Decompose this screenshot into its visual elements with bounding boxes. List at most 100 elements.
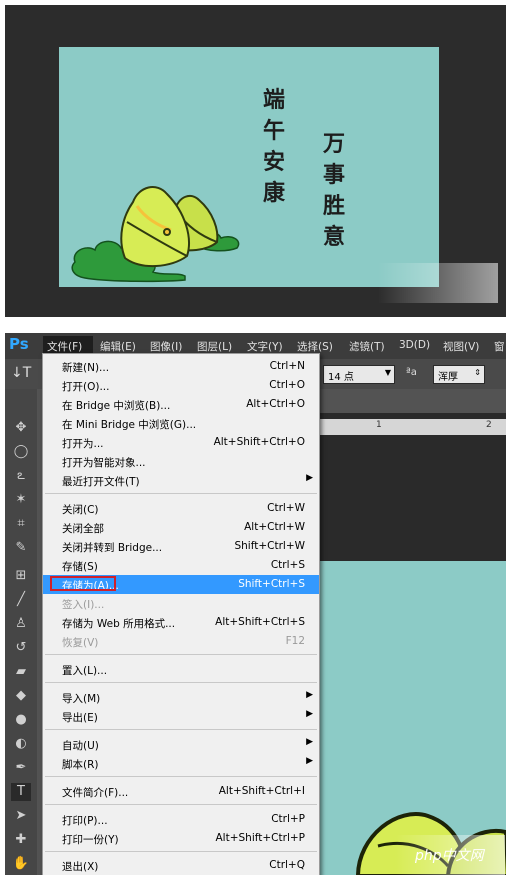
menu-item-label: 导出(E) (62, 712, 98, 724)
anti-alias-select[interactable]: 浑厚 ⇕ (433, 365, 485, 384)
menu-item-close-goto-bridge[interactable]: 关闭并转到 Bridge... Shift+Ctrl+W (43, 537, 319, 556)
path-selection-icon[interactable]: ➤ (11, 807, 31, 825)
menu-item-save-for-web[interactable]: 存储为 Web 所用格式... Alt+Shift+Ctrl+S (43, 613, 319, 632)
menu-item-recent-files[interactable]: 最近打开文件(T) ▶ (43, 471, 319, 490)
menu-filter[interactable]: 滤镜(T) (349, 339, 385, 354)
shape-tool-icon[interactable]: ✚ (11, 831, 31, 849)
magic-wand-icon[interactable]: ✶ (11, 491, 31, 509)
menu-3d[interactable]: 3D(D) (399, 339, 430, 351)
move-tool-icon[interactable]: ✥ (11, 419, 31, 437)
tools-panel: ✥ ◯ ఽ ✶ ⌗ ✎ ⊞ ╱ ♙ ↺ ▰ ◆ ● ◐ ✒ T ➤ ✚ ✋ (5, 389, 37, 875)
menu-item-browse-bridge[interactable]: 在 Bridge 中浏览(B)... Alt+Ctrl+O (43, 395, 319, 414)
menu-item-open[interactable]: 打开(O)... Ctrl+O (43, 376, 319, 395)
menu-item-label: 脚本(R) (62, 759, 99, 771)
hand-tool-icon[interactable]: ✋ (11, 855, 31, 873)
menu-file[interactable]: 文件(F) (47, 339, 82, 354)
menu-item-scripts[interactable]: 脚本(R) ▶ (43, 754, 319, 773)
document-canvas[interactable] (318, 561, 506, 875)
menu-item-shortcut: F12 (285, 635, 305, 647)
menu-item-shortcut: Ctrl+N (269, 360, 305, 372)
paint-bucket-icon[interactable]: ◆ (11, 687, 31, 705)
watermark-text: php中文网 (415, 848, 484, 864)
menu-item-new[interactable]: 新建(N)... Ctrl+N (43, 357, 319, 376)
eyedropper-icon[interactable]: ✎ (11, 539, 31, 557)
menu-item-import[interactable]: 导入(M) ▶ (43, 688, 319, 707)
menu-item-save-as[interactable]: 存储为(A)... Shift+Ctrl+S (43, 575, 319, 594)
submenu-arrow-icon: ▶ (306, 756, 313, 766)
menu-item-file-info[interactable]: 文件简介(F)... Alt+Shift+Ctrl+I (43, 782, 319, 801)
menu-item-shortcut: Shift+Ctrl+S (238, 578, 305, 590)
menu-item-shortcut: Ctrl+O (269, 379, 305, 391)
pen-icon[interactable]: ✒ (11, 759, 31, 777)
greeting-char: 午 (262, 118, 285, 144)
anti-alias-value: 浑厚 (438, 372, 458, 383)
menu-item-label: 退出(X) (62, 861, 99, 873)
submenu-arrow-icon: ▶ (306, 737, 313, 747)
menu-layer[interactable]: 图层(L) (197, 339, 232, 354)
menu-item-label: 打开(O)... (62, 381, 110, 393)
menu-separator (45, 729, 317, 730)
menu-item-label: 恢复(V) (62, 637, 99, 649)
crop-icon[interactable]: ⌗ (11, 515, 31, 533)
menu-item-label: 关闭(C) (62, 504, 99, 516)
submenu-arrow-icon: ▶ (306, 709, 313, 719)
blur-icon[interactable]: ● (11, 711, 31, 729)
submenu-arrow-icon: ▶ (306, 473, 313, 483)
greeting-line-2: 万 事 胜 意 (321, 129, 347, 253)
healing-brush-icon[interactable]: ⊞ (11, 567, 31, 585)
site-watermark: php中文网 (395, 835, 505, 875)
greeting-char: 胜 (322, 193, 345, 219)
lasso-icon[interactable]: ఽ (11, 467, 31, 485)
chevron-down-icon: ▼ (384, 368, 391, 377)
menu-item-close[interactable]: 关闭(C) Ctrl+W (43, 499, 319, 518)
menu-item-automate[interactable]: 自动(U) ▶ (43, 735, 319, 754)
menu-type[interactable]: 文字(Y) (247, 339, 283, 354)
menu-item-label: 签入(I)... (62, 599, 105, 611)
menu-item-label: 新建(N)... (62, 362, 110, 374)
menu-item-save[interactable]: 存储(S) Ctrl+S (43, 556, 319, 575)
dodge-icon[interactable]: ◐ (11, 735, 31, 753)
stamp-icon[interactable]: ♙ (11, 615, 31, 633)
menu-separator (45, 851, 317, 852)
menu-separator (45, 493, 317, 494)
zongzi-illustration (71, 186, 240, 283)
menu-item-print-one-copy[interactable]: 打印一份(Y) Alt+Shift+Ctrl+P (43, 829, 319, 848)
menu-view[interactable]: 视图(V) (443, 339, 479, 354)
text-tool-preset-icon[interactable]: ↓T (11, 365, 31, 381)
eraser-icon[interactable]: ▰ (11, 663, 31, 681)
menu-item-shortcut: Alt+Shift+Ctrl+S (215, 616, 305, 628)
menu-item-browse-mini-bridge[interactable]: 在 Mini Bridge 中浏览(G)... (43, 414, 319, 433)
ellipse-marquee-icon[interactable]: ◯ (11, 443, 31, 461)
menu-item-place[interactable]: 置入(L)... (43, 660, 319, 679)
chevron-updown-icon: ⇕ (474, 368, 481, 377)
photoshop-logo: Ps (9, 335, 29, 353)
menu-item-open-smart-object[interactable]: 打开为智能对象... (43, 452, 319, 471)
greeting-char: 端 (262, 87, 285, 113)
menu-image[interactable]: 图像(I) (150, 339, 182, 354)
menu-item-shortcut: Ctrl+P (271, 813, 305, 825)
menu-item-open-as[interactable]: 打开为... Alt+Shift+Ctrl+O (43, 433, 319, 452)
menu-select[interactable]: 选择(S) (297, 339, 333, 354)
history-brush-icon[interactable]: ↺ (11, 639, 31, 657)
menu-window[interactable]: 窗 (494, 339, 505, 354)
menu-item-print[interactable]: 打印(P)... Ctrl+P (43, 810, 319, 829)
menu-item-label: 打开为... (62, 438, 104, 450)
file-menu-dropdown: 新建(N)... Ctrl+N 打开(O)... Ctrl+O 在 Bridge 中… (42, 353, 320, 875)
menu-edit[interactable]: 编辑(E) (100, 339, 136, 354)
horizontal-ruler: 1 2 (318, 419, 506, 435)
greeting-char: 安 (262, 149, 285, 175)
card-preview-panel: 端 午 安 康 万 事 胜 意 (5, 5, 506, 317)
font-size-select[interactable]: 14 点 ▼ (323, 365, 395, 384)
menu-item-export[interactable]: 导出(E) ▶ (43, 707, 319, 726)
menu-item-shortcut: Ctrl+Q (269, 859, 305, 871)
menu-separator (45, 654, 317, 655)
menu-item-close-all[interactable]: 关闭全部 Alt+Ctrl+W (43, 518, 319, 537)
menu-item-shortcut: Alt+Shift+Ctrl+P (215, 832, 306, 844)
menu-item-label: 关闭并转到 Bridge... (62, 542, 163, 554)
menu-item-label: 文件简介(F)... (62, 787, 129, 799)
text-tool-icon[interactable]: T (11, 783, 31, 801)
greeting-char: 康 (262, 180, 285, 206)
menu-item-exit[interactable]: 退出(X) Ctrl+Q (43, 856, 319, 875)
menu-separator (45, 682, 317, 683)
brush-icon[interactable]: ╱ (11, 591, 31, 609)
